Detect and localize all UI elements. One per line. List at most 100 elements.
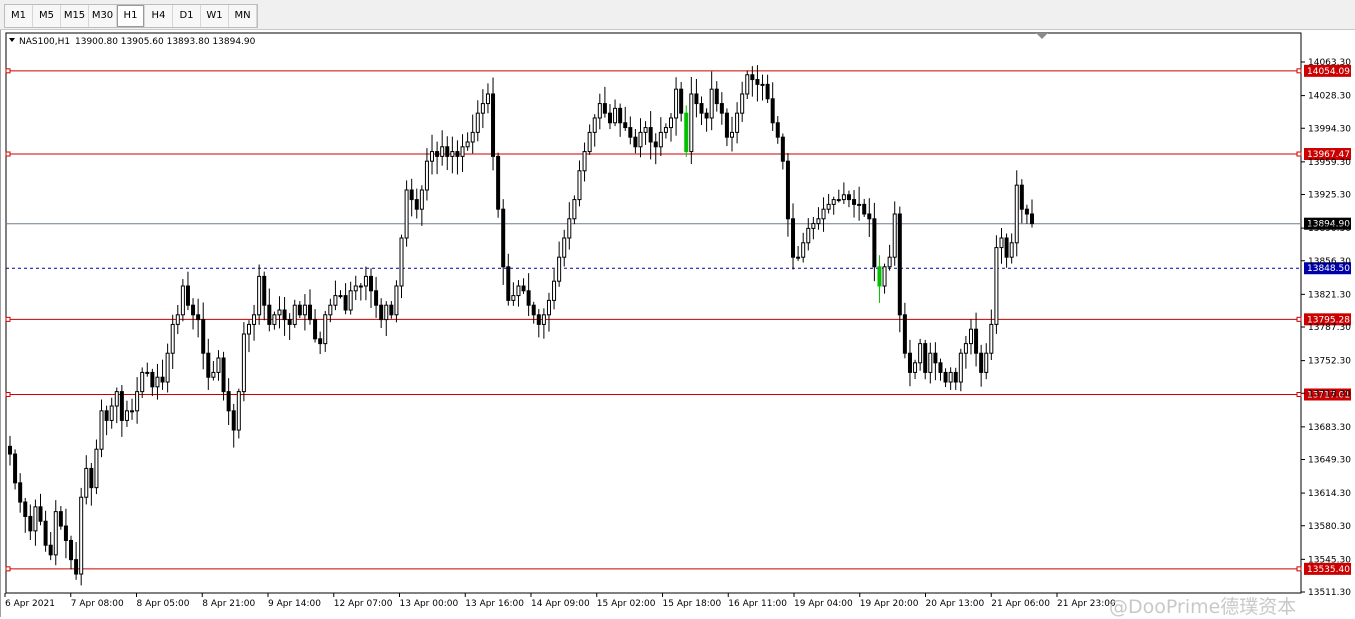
timeframe-m15-button[interactable]: M15 [61,5,89,27]
y-tick-label: 13649.30 [1308,456,1351,466]
timeframe-d1-button[interactable]: D1 [173,5,201,27]
chart-window[interactable]: 14054.09 13967.47 13795.28 13717.01 13535.40… [0,30,1355,618]
y-tick-label: 13752.30 [1308,357,1351,367]
candle-body [445,146,450,157]
candle-body [872,218,877,268]
candle-body [618,107,623,124]
candle-body [104,410,109,421]
candle-body [852,199,857,205]
candle-body [201,319,206,354]
timeframe-m30-button[interactable]: M30 [89,5,117,27]
timeframe-w1-button[interactable]: W1 [201,5,229,27]
price-axis: 14063.30 14028.30 13994.30 13959.30 13925.30… [1301,58,1351,598]
y-tick-label: 13994.30 [1308,124,1351,134]
candle-body [74,559,79,575]
candle-body [419,189,424,210]
candle-body [313,319,318,340]
candle-body [221,357,226,393]
candle-body [831,199,836,205]
candle-body [318,338,323,345]
x-tick-label: 13 Apr 00:00 [400,599,459,609]
candle-body [145,371,150,374]
candle-body [216,357,221,373]
candle-body [374,290,379,306]
timeframe-m1-button[interactable]: M1 [5,5,33,27]
candle-body [979,352,984,373]
candle-body [694,93,699,105]
candle-body [109,405,114,421]
timeframe-m5-button[interactable]: M5 [33,5,61,27]
candle-body [755,79,760,85]
candle-body [236,391,241,431]
candle-body [455,151,460,157]
timeframe-h4-button[interactable]: H4 [145,5,173,27]
candle-body [99,410,104,450]
candle-body [907,352,912,373]
candle-body [562,237,567,258]
chart-ohlc-label: 13900.80 13905.60 13893.80 13894.90 [75,37,256,47]
x-tick-label: 13 Apr 16:00 [465,599,524,609]
candle-body [496,155,501,210]
candle-body [648,127,653,143]
timeframe-h1-button[interactable]: H1 [117,5,145,27]
candle-body [267,304,272,325]
candle-body [180,285,185,316]
candle-body [587,131,592,153]
candle-body [363,275,368,287]
y-tick-label: 13925.30 [1308,191,1351,201]
timeframe-mn-button[interactable]: MN [229,5,257,27]
candle-body [826,203,831,210]
candle-body [114,391,119,407]
x-tick-label: 15 Apr 18:00 [663,599,722,609]
candle-body [94,448,99,489]
candle-body [369,275,374,292]
candle-body [953,371,958,383]
candle-body [63,525,68,541]
candle-body [89,467,94,489]
candle-body [23,501,28,517]
candle-body [175,314,180,325]
y-tick-label: 13787.30 [1308,323,1351,333]
level-line-anchor [5,566,11,572]
candle-body [140,371,145,393]
candle-body [297,304,302,316]
x-tick-label: 15 Apr 02:00 [597,599,656,609]
candle-body [430,151,435,162]
candle-body [643,127,648,133]
level-price-tag-label: 14054.09 [1307,67,1350,77]
candle-body [231,410,236,431]
x-tick-label: 7 Apr 08:00 [71,599,124,609]
candle-body [353,285,358,292]
candle-body [892,213,897,258]
candle-body [948,371,953,383]
candle-body [994,247,999,325]
candle-body [119,391,124,421]
candle-body [43,520,48,546]
candle-body [531,304,536,316]
candle-body [846,194,851,201]
candle-body [923,343,928,373]
candle-body [409,189,414,201]
candle-body [1030,213,1034,225]
price-chart[interactable]: 14054.0913967.4713795.2813717.0113535.40… [1,30,1355,617]
candle-body [206,352,211,378]
candle-body [79,496,84,575]
candle-body [963,343,968,354]
chart-symbol-label: NAS100,H1 [19,37,70,47]
candle-body [38,506,43,522]
candle-body [124,410,129,421]
candle-body [750,74,755,81]
candle-body [775,122,780,138]
candle-body [521,285,526,292]
candle-body [241,333,246,393]
candle-body [628,127,633,138]
candle-body [302,304,307,316]
candle-body [165,352,170,383]
candle-body [882,266,887,287]
x-tick-label: 20 Apr 13:00 [926,599,985,609]
x-tick-label: 21 Apr 06:00 [991,599,1050,609]
candle-body [1009,242,1014,258]
candle-body [557,256,562,282]
candle-body [501,208,506,268]
x-tick-label: 21 Apr 23:00 [1057,599,1116,609]
